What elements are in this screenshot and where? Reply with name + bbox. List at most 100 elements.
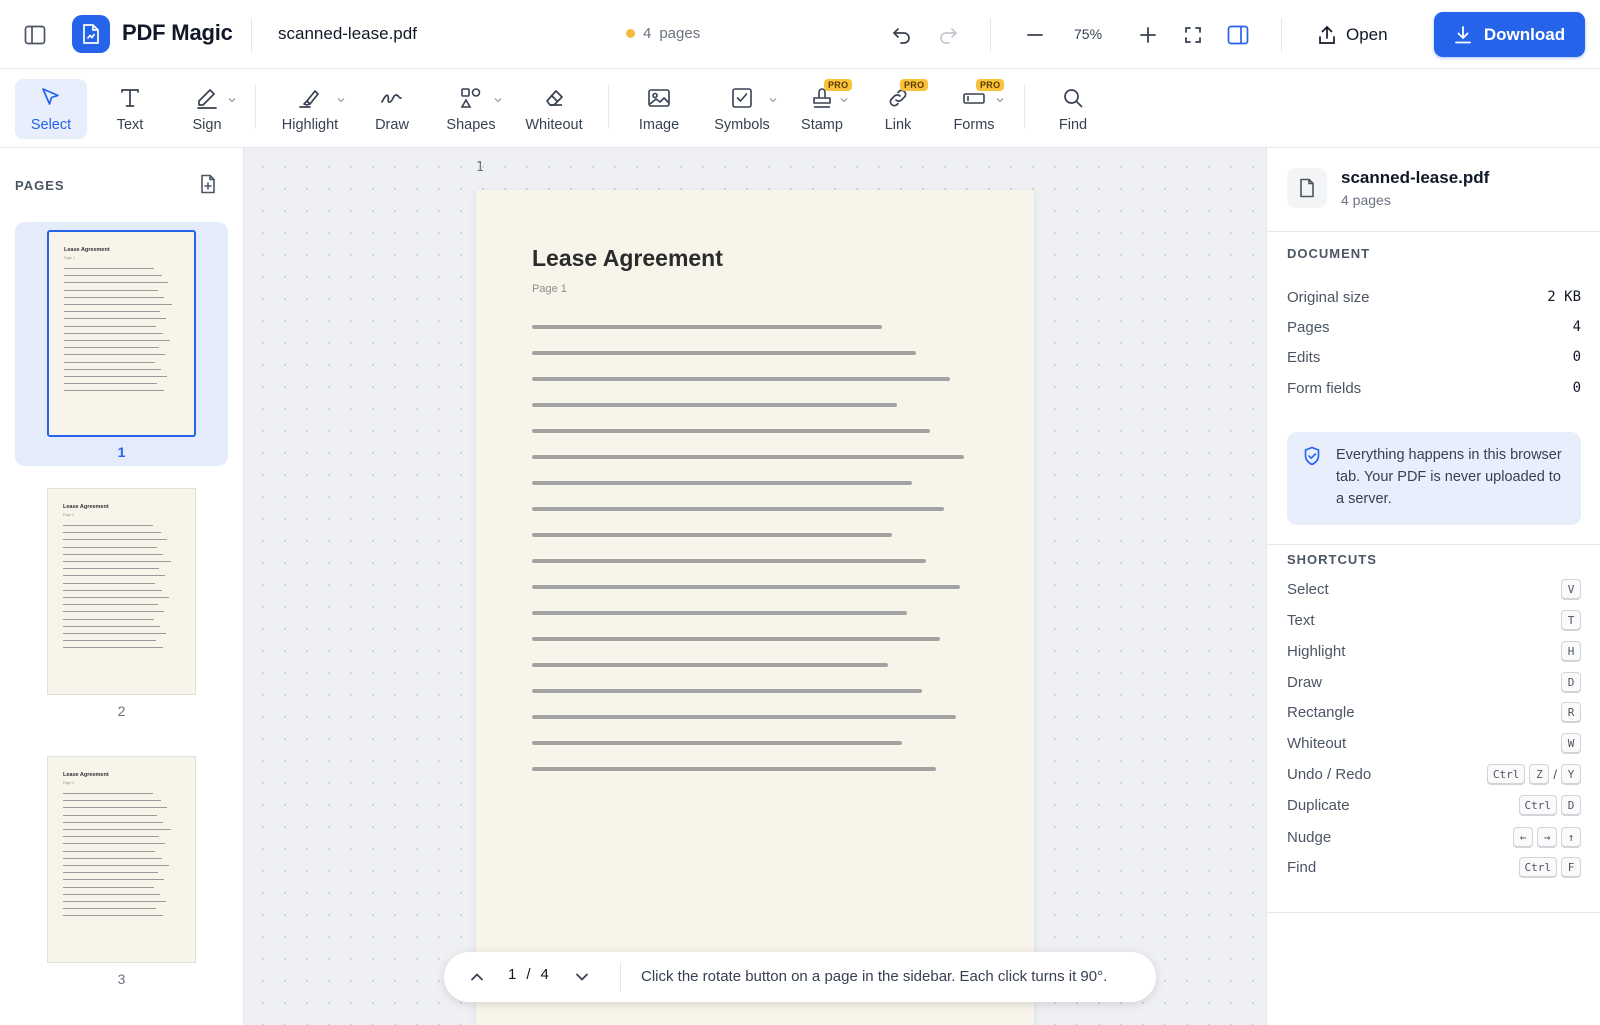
tool-find[interactable]: Find — [1043, 79, 1103, 139]
current-page[interactable]: 1 — [508, 966, 516, 983]
thumbnail-line — [64, 325, 156, 327]
shortcut-label: Highlight — [1287, 642, 1346, 660]
thumbnail-subtitle: Page 2 — [63, 513, 75, 517]
sidebar-toggle-icon[interactable] — [22, 22, 48, 48]
tool-select[interactable]: Select — [15, 79, 87, 139]
tool-symbols[interactable]: Symbols — [706, 79, 778, 139]
document-info-panel: scanned-lease.pdf 4 pages DOCUMENT Origi… — [1266, 148, 1600, 1025]
highlighter-icon — [298, 85, 322, 111]
thumbnail-line — [63, 539, 167, 541]
page-thumbnail[interactable]: Lease Agreement Page 3 3 — [15, 756, 228, 1000]
document-canvas[interactable]: 1 Lease Agreement Page 1 — [244, 148, 1266, 1025]
thumbnail-image: Lease Agreement Page 2 — [47, 488, 196, 695]
navigator-divider — [620, 962, 621, 992]
stat-value: 0 — [1572, 380, 1581, 396]
text-line — [532, 481, 912, 485]
shortcut-row: Highlight H — [1287, 640, 1581, 662]
thumbnail-line — [64, 383, 157, 385]
tool-select-label: Select — [30, 117, 72, 133]
stat-value: 2 KB — [1547, 289, 1581, 305]
tool-link[interactable]: PRO Link — [870, 79, 929, 139]
pages-title: PAGES — [15, 178, 65, 193]
page-indicator: 1 / 4 — [508, 966, 549, 983]
redo-icon[interactable] — [934, 21, 962, 49]
thumbnail-line — [63, 908, 156, 910]
fullscreen-icon[interactable] — [1179, 21, 1207, 49]
thumbnail-line — [63, 850, 155, 852]
text-line — [532, 663, 888, 667]
tool-shapes[interactable]: Shapes — [437, 79, 505, 139]
stat-edits: Edits 0 — [1287, 346, 1581, 368]
thumbnail-line — [63, 546, 157, 548]
cursor-icon — [40, 85, 62, 111]
shortcut-label: Find — [1287, 858, 1317, 876]
text-line — [532, 507, 944, 511]
text-line — [532, 455, 964, 459]
page-subheading[interactable]: Page 1 — [532, 283, 567, 295]
undo-icon[interactable] — [888, 21, 916, 49]
download-button[interactable]: Download — [1434, 12, 1585, 57]
tool-whiteout[interactable]: Whiteout — [520, 79, 588, 139]
page-heading[interactable]: Lease Agreement — [532, 245, 723, 272]
shortcut-label: Nudge — [1287, 828, 1332, 846]
keyboard-key: Z — [1529, 764, 1550, 784]
page-thumbnail[interactable]: Lease Agreement Page 2 2 — [15, 488, 228, 732]
thumbnail-line — [64, 390, 164, 392]
thumbnail-line — [63, 618, 154, 620]
thumbnail-line — [64, 368, 161, 370]
tool-draw[interactable]: Draw — [363, 79, 421, 139]
keyboard-key: ← — [1513, 827, 1533, 847]
tool-forms[interactable]: PRO Forms — [943, 79, 1005, 139]
thumbnail-line — [63, 525, 153, 526]
tool-stamp[interactable]: PRO Stamp — [793, 79, 853, 139]
stat-original-size: Original size 2 KB — [1287, 286, 1581, 308]
tool-whiteout-label: Whiteout — [525, 117, 583, 133]
thumbnail-line — [63, 611, 164, 613]
add-page-icon[interactable] — [196, 172, 220, 196]
stat-label: Form fields — [1287, 379, 1362, 397]
open-button[interactable]: Open — [1318, 16, 1388, 54]
image-icon — [647, 85, 671, 111]
thumbnail-line — [64, 340, 170, 341]
thumbnail-line — [63, 829, 171, 830]
chevron-down-icon[interactable] — [570, 965, 594, 989]
app-logo-icon — [72, 15, 110, 53]
keyboard-key: D — [1561, 672, 1581, 692]
thumbnail-number: 3 — [117, 971, 126, 987]
stat-value: 0 — [1572, 349, 1581, 365]
file-icon — [1287, 168, 1327, 208]
zoom-out-icon[interactable] — [1021, 21, 1049, 49]
zoom-level[interactable]: 75% — [1074, 26, 1102, 42]
thumbnail-line — [64, 311, 160, 313]
panel-divider — [1267, 544, 1600, 545]
thumbnail-line — [64, 289, 158, 291]
chevron-up-icon[interactable] — [465, 965, 489, 989]
zoom-in-icon[interactable] — [1134, 21, 1162, 49]
tool-stamp-label: Stamp — [801, 117, 843, 133]
thumbnail-subtitle: Page 1 — [64, 256, 76, 260]
page-navigator: 1 / 4 Click the rotate button on a page … — [444, 952, 1156, 1002]
download-label: Download — [1483, 24, 1566, 44]
stat-label: Edits — [1287, 348, 1321, 366]
keyboard-key: → — [1537, 827, 1557, 847]
tool-sign[interactable]: Sign — [177, 79, 237, 139]
thumbnail-line — [63, 604, 158, 606]
thumbnail-line — [63, 597, 169, 598]
tool-image[interactable]: Image — [626, 79, 692, 139]
hint-message: Click the rotate button on a page in the… — [641, 968, 1108, 985]
pro-badge: PRO — [824, 79, 853, 91]
thumbnail-line — [63, 807, 167, 809]
thumbnail-title: Lease Agreement — [63, 772, 109, 778]
thumbnail-line — [63, 561, 171, 562]
tool-link-label: Link — [884, 117, 912, 133]
page-thumbnail[interactable]: Lease Agreement Page 1 1 — [15, 222, 228, 466]
thumbnail-line — [63, 814, 157, 816]
chevron-down-icon — [769, 98, 777, 103]
header-divider — [251, 18, 252, 52]
tool-text[interactable]: Text — [100, 79, 160, 139]
stat-label: Pages — [1287, 318, 1330, 336]
tool-highlight[interactable]: Highlight — [272, 79, 348, 139]
shortcut-row: Undo / Redo Ctrl Z / Y — [1287, 763, 1581, 785]
pdf-page[interactable]: Lease Agreement Page 1 — [476, 190, 1034, 1025]
panel-toggle-icon[interactable] — [1224, 21, 1252, 49]
